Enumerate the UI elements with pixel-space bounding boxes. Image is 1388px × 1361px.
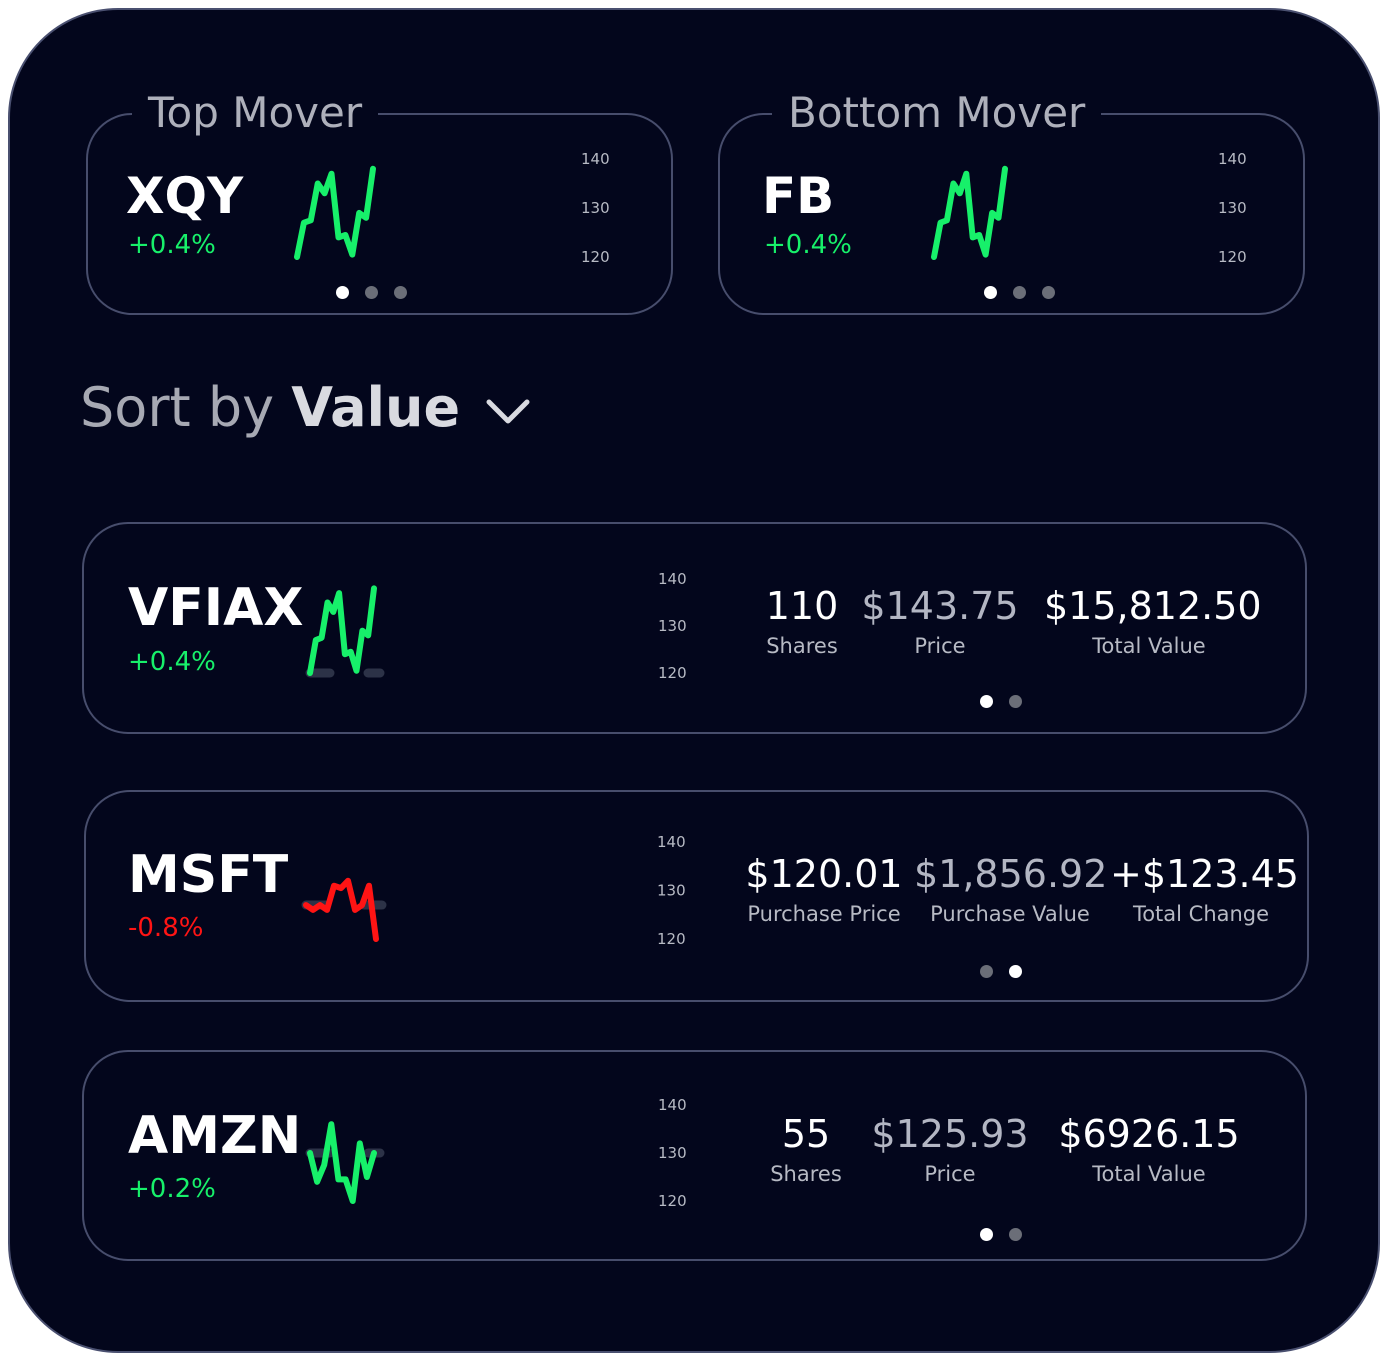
sparkline-series <box>307 1121 377 1204</box>
carousel-dot[interactable] <box>980 1228 993 1241</box>
carousel-dot[interactable] <box>1009 1228 1022 1241</box>
stat-label: Price <box>914 634 966 658</box>
carousel-dot[interactable] <box>365 286 378 299</box>
carousel-dot[interactable] <box>1042 286 1055 299</box>
stat-label: Shares <box>770 1162 842 1186</box>
stat-value: $6926.15 <box>1058 1112 1240 1156</box>
carousel-dot[interactable] <box>984 286 997 299</box>
sparkline-series <box>294 165 376 260</box>
stat-label: Purchase Price <box>747 902 901 926</box>
y-tick-label: 140 <box>1218 150 1247 168</box>
stat-total-value: $6926.15 Total Value <box>1044 1110 1254 1190</box>
y-tick-label: 120 <box>581 248 610 266</box>
stat-label: Total Change <box>1132 902 1270 926</box>
sparkline-series <box>931 165 1008 260</box>
carousel-dot[interactable] <box>980 965 993 978</box>
y-tick-label: 120 <box>657 930 686 948</box>
y-tick-label: 140 <box>658 1096 687 1114</box>
chevron-down-icon <box>486 399 530 424</box>
stat-value: $143.75 <box>861 584 1019 628</box>
holding-carousel-dots[interactable] <box>980 1228 1022 1241</box>
y-tick-label: 120 <box>658 664 687 682</box>
stat-label: Total Value <box>1092 634 1206 658</box>
stat-value: $125.93 <box>871 1112 1029 1156</box>
y-tick-label: 120 <box>658 1192 687 1210</box>
holding-carousel-dots[interactable] <box>980 965 1022 978</box>
stat-label: Shares <box>766 634 838 658</box>
sort-value: Value <box>291 376 461 439</box>
top-mover-carousel-dots[interactable] <box>336 286 407 299</box>
stat-price: $143.75 Price <box>860 582 1020 662</box>
sort-prefix: Sort by <box>80 376 275 439</box>
y-tick-label: 130 <box>657 882 686 900</box>
y-tick-label: 130 <box>1218 199 1247 217</box>
stat-label: Price <box>924 1162 976 1186</box>
stat-purchase-price: $120.01 Purchase Price <box>744 850 904 930</box>
y-tick-label: 120 <box>1218 248 1247 266</box>
stat-shares: 110 Shares <box>752 582 852 662</box>
stat-purchase-value: $1,856.92 Purchase Value <box>914 850 1108 930</box>
y-tick-label: 140 <box>657 833 686 851</box>
carousel-dot[interactable] <box>336 286 349 299</box>
stat-value: +$123.45 <box>1110 852 1299 896</box>
y-tick-label: 130 <box>581 199 610 217</box>
stat-total-value: $15,812.50 Total Value <box>1044 582 1262 662</box>
stat-label: Total Value <box>1092 1162 1206 1186</box>
stat-value: $120.01 <box>745 852 903 896</box>
stat-value: 110 <box>765 584 839 628</box>
stat-value: $15,812.50 <box>1044 584 1262 628</box>
y-tick-label: 140 <box>581 150 610 168</box>
stat-value: 55 <box>781 1112 831 1156</box>
carousel-dot[interactable] <box>1013 286 1026 299</box>
sparkline-series <box>303 877 379 942</box>
carousel-dot[interactable] <box>1009 695 1022 708</box>
y-tick-label: 140 <box>658 570 687 588</box>
y-tick-label: 130 <box>658 617 687 635</box>
holding-carousel-dots[interactable] <box>980 695 1022 708</box>
holding-card-amzn[interactable]: AMZN +0.2% 140 130 120 55 Shares $125.93 P… <box>82 1050 1307 1261</box>
carousel-dot[interactable] <box>1009 965 1022 978</box>
stat-shares: 55 Shares <box>756 1110 856 1190</box>
bottom-mover-carousel-dots[interactable] <box>984 286 1055 299</box>
y-tick-label: 130 <box>658 1144 687 1162</box>
carousel-dot[interactable] <box>980 695 993 708</box>
stat-value: $1,856.92 <box>914 852 1108 896</box>
stat-total-change: +$123.45 Total Change <box>1110 850 1299 930</box>
top-mover-card[interactable]: Top Mover XQY +0.4% 140 130 120 <box>86 85 673 315</box>
stat-price: $125.93 Price <box>870 1110 1030 1190</box>
sort-dropdown[interactable]: Sort by Value <box>80 374 531 442</box>
holding-card-vfiax[interactable]: VFIAX +0.4% 140 130 120 110 Shares $143.75… <box>82 522 1307 734</box>
holding-card-msft[interactable]: MSFT -0.8% 140 130 120 $120.01 Purchase Pr… <box>84 790 1309 1002</box>
sparkline-series <box>307 585 377 676</box>
bottom-mover-card[interactable]: Bottom Mover FB +0.4% 140 130 120 <box>718 85 1305 315</box>
carousel-dot[interactable] <box>394 286 407 299</box>
stat-label: Purchase Value <box>930 902 1090 926</box>
